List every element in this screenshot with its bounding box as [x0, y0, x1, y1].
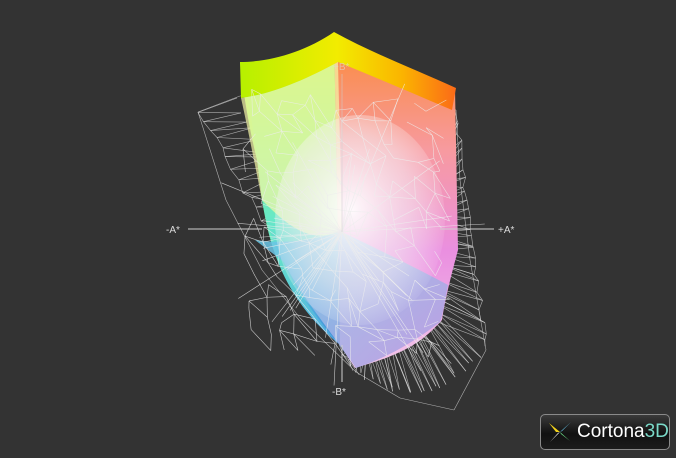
wireframe-edge: [478, 300, 483, 310]
wireframe-edge: [244, 218, 254, 237]
wireframe-edge: [471, 235, 474, 247]
wireframe-edge: [197, 95, 241, 113]
wireframe-edge: [248, 296, 268, 302]
wireframe-edge: [243, 236, 246, 254]
gamut-white-point-glow: [275, 115, 445, 325]
3d-viewport[interactable]: -A* +A* +B* -B* Cortona3D: [0, 0, 676, 458]
wireframe-edge: [255, 206, 262, 222]
wireframe-edge: [253, 273, 268, 298]
wireframe-edge: [469, 259, 487, 351]
wireframe-edge: [330, 343, 336, 365]
wireframe-edge: [466, 199, 469, 209]
wireframe-edge: [253, 218, 264, 243]
wireframe-edge: [266, 284, 269, 298]
wireframe-edge: [441, 292, 480, 311]
wireframe-edge: [279, 322, 282, 331]
wireframe-edge: [478, 309, 481, 321]
wireframe-edge: [469, 229, 472, 236]
wireframe-edge: [453, 349, 487, 411]
wireframe-edge: [216, 137, 224, 148]
wireframe-edge: [222, 147, 226, 157]
logo-text-main: Cortona: [577, 421, 645, 442]
wireframe-edge: [281, 313, 295, 324]
wireframe-edge: [248, 308, 252, 330]
wireframe-edge: [462, 187, 465, 192]
measured-gamut-solid: [240, 32, 458, 368]
wireframe-edge: [468, 208, 471, 218]
wireframe-edge: [439, 313, 487, 335]
wireframe-edge: [251, 197, 257, 208]
wireframe-edge: [268, 284, 287, 297]
wireframe-edge: [243, 253, 255, 275]
cortona3d-logo[interactable]: Cortona3D: [540, 414, 670, 450]
wireframe-edge: [230, 169, 240, 180]
cortona3d-logo-icon: [549, 422, 571, 442]
wireframe-edge: [248, 300, 268, 318]
wireframe-edge: [455, 109, 461, 181]
wireframe-edge: [197, 97, 238, 113]
wireframe-edge: [484, 322, 487, 335]
wireframe-edge: [464, 191, 468, 201]
axis-label-a-plus: +A*: [498, 225, 515, 236]
wireframe-edge: [268, 262, 279, 267]
wireframe-edge: [250, 329, 271, 351]
wireframe-edge: [203, 112, 241, 122]
axis-label-b-plus: +B*: [333, 62, 350, 73]
wireframe-edge: [197, 111, 227, 201]
wireframe-edge: [431, 342, 452, 364]
wireframe-edge: [456, 120, 459, 124]
wireframe-edge: [210, 130, 218, 138]
wireframe-edge: [484, 333, 487, 340]
wireframe-edge: [427, 324, 455, 374]
wireframe-edge: [262, 226, 265, 243]
wireframe-edge: [355, 371, 401, 399]
axis-label-a-minus: -A*: [166, 225, 180, 236]
wireframe-edge: [270, 334, 272, 351]
wireframe-edge: [267, 317, 272, 335]
wireframe-edge: [473, 266, 476, 275]
wireframe-edge: [399, 397, 455, 411]
axis-label-b-minus: -B*: [332, 387, 346, 398]
wireframe-edge: [203, 121, 211, 131]
wireframe-edge: [461, 158, 464, 170]
wireframe-edge: [224, 156, 231, 170]
logo-text-accent: 3D: [644, 421, 669, 442]
cortona3d-logo-text: Cortona3D: [577, 421, 669, 443]
wireframe-edge: [476, 280, 479, 293]
wireframe-edge: [462, 177, 466, 188]
wireframe-edge: [472, 247, 476, 259]
wireframe-edge: [225, 199, 263, 271]
gamut-scene[interactable]: -A* +A* +B* -B*: [0, 0, 676, 458]
wireframe-edge: [462, 169, 466, 178]
wireframe-edge: [279, 330, 294, 335]
